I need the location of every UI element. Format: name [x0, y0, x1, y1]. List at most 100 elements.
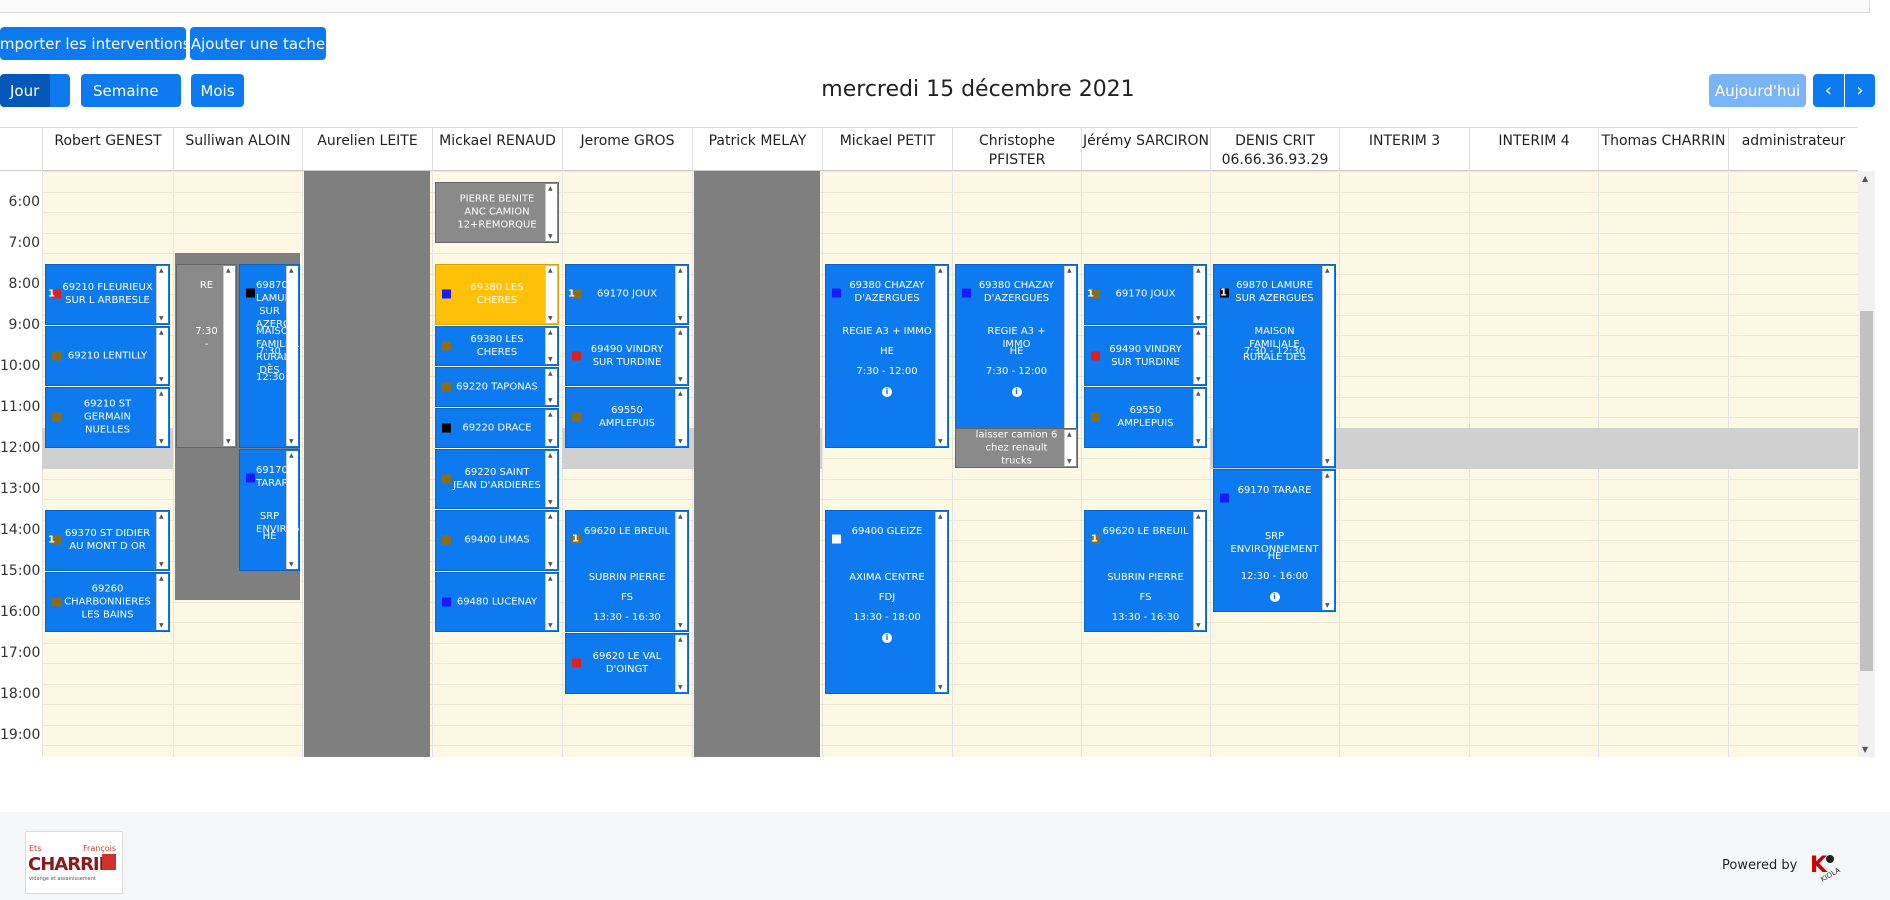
resource-column[interactable] — [1081, 171, 1210, 757]
event-scrollbar[interactable] — [675, 327, 687, 384]
event-card[interactable]: 69490 VINDRY SUR TURDINE — [565, 325, 689, 386]
unavailable-block — [304, 171, 430, 757]
resource-header: administrateur — [1728, 128, 1858, 172]
event-scrollbar[interactable] — [1193, 266, 1205, 323]
scroll-up-icon[interactable]: ▲ — [1862, 174, 1868, 183]
event-card[interactable]: 69620 LE BREUIL SUBRIN PIERRE FS 13:30 - 16… — [565, 510, 689, 632]
event-scrollbar[interactable] — [1322, 266, 1334, 466]
info-icon[interactable]: i — [1101, 631, 1190, 632]
event-scrollbar[interactable] — [286, 266, 298, 446]
info-icon[interactable]: i — [1230, 590, 1319, 603]
today-button[interactable]: Aujourd'hui — [1709, 74, 1806, 107]
event-scrollbar[interactable] — [1193, 389, 1205, 446]
info-icon[interactable]: i — [972, 385, 1061, 398]
event-scrollbar[interactable] — [935, 266, 947, 446]
event-code: FDJ — [878, 592, 896, 603]
prev-chevron-icon[interactable]: ‹ — [1813, 74, 1844, 107]
event-card[interactable]: 69490 VINDRY SUR TURDINE — [1084, 325, 1207, 386]
event-card[interactable]: 69260 CHARBONNIERES LES BAINS — [45, 571, 170, 632]
event-scrollbar[interactable] — [156, 327, 168, 384]
info-icon[interactable]: i — [842, 385, 932, 398]
event-scrollbar[interactable] — [156, 266, 168, 323]
event-scrollbar[interactable] — [1064, 430, 1076, 466]
event-scrollbar[interactable] — [675, 635, 687, 692]
resource-header: Mickael PETIT — [822, 128, 952, 172]
event-card[interactable]: 69380 CHAZAY D'AZERGUES REGIE A3 + IMMO HE… — [825, 264, 949, 448]
event-scrollbar[interactable] — [545, 573, 557, 630]
event-scrollbar[interactable] — [1322, 471, 1334, 610]
event-title: 69210 ST GERMAIN NUELLES — [83, 398, 132, 436]
next-chevron-icon[interactable]: › — [1845, 74, 1875, 107]
calendar-grid: 6:00 7:00 8:00 9:00 10:00 11:00 12:00 13:00 14:0… — [0, 171, 1858, 757]
event-card[interactable]: 69220 SAINT JEAN D'ARDIERES — [435, 448, 559, 509]
event-title: 69550 AMPLEPUIS — [1117, 405, 1174, 430]
import-interventions-button[interactable]: Importer les interventions — [0, 27, 191, 60]
event-card[interactable]: 69370 ST DIDIER AU MONT D OR 1 — [45, 510, 170, 571]
footer — [0, 812, 1890, 900]
event-card[interactable]: 69620 LE BREUIL SUBRIN PIERRE FS 13:30 - 16… — [1084, 510, 1207, 632]
status-square-icon — [442, 423, 451, 432]
event-scrollbar[interactable] — [545, 368, 557, 405]
event-scrollbar[interactable] — [1193, 327, 1205, 384]
event-card[interactable]: 69170 JOUX 1 — [565, 264, 689, 325]
event-scrollbar[interactable] — [223, 266, 235, 446]
top-strip — [0, 0, 1870, 13]
event-card[interactable]: 69210 LENTILLY — [45, 325, 170, 386]
event-card[interactable]: RE 7:30 - — [176, 264, 237, 448]
status-square-icon — [52, 597, 61, 607]
event-scrollbar[interactable] — [675, 266, 687, 323]
event-card[interactable]: 69400 GLEIZE AXIMA CENTRE FDJ 13:30 - 18:00… — [825, 510, 949, 694]
event-scrollbar[interactable] — [675, 512, 687, 630]
event-card[interactable]: 69400 LIMAS — [435, 510, 559, 571]
event-card[interactable]: PIERRE BENITE ANC CAMION 12+REMORQUE — [435, 182, 559, 243]
event-card[interactable]: 69380 LES CHERES — [435, 264, 559, 325]
event-scrollbar[interactable] — [156, 573, 168, 630]
event-title: 69210 LENTILLY — [67, 350, 148, 362]
event-card[interactable]: 69380 LES CHERES — [435, 325, 559, 366]
resource-header: Robert GENEST — [42, 128, 173, 172]
event-card[interactable]: 69550 AMPLEPUIS — [565, 387, 689, 448]
scroll-down-icon[interactable]: ▼ — [1862, 745, 1868, 754]
add-task-button[interactable]: Ajouter une tache — [190, 27, 326, 60]
event-scrollbar[interactable] — [545, 327, 557, 364]
event-scrollbar[interactable] — [156, 512, 168, 569]
info-icon[interactable]: i — [842, 631, 932, 644]
event-scrollbar[interactable] — [545, 409, 557, 446]
event-scrollbar[interactable] — [545, 450, 557, 507]
event-card[interactable]: 69220 TAPONAS — [435, 366, 559, 407]
event-card[interactable]: 69620 LE VAL D'OINGT — [565, 633, 689, 694]
status-square-icon — [572, 412, 581, 422]
event-scrollbar[interactable] — [1064, 266, 1076, 446]
event-scrollbar[interactable] — [545, 184, 557, 241]
resource-header: Jerome GROS — [562, 128, 692, 172]
status-square-icon — [442, 341, 451, 350]
status-square-icon — [442, 597, 451, 607]
scroll-thumb[interactable] — [1860, 311, 1873, 671]
event-scrollbar[interactable] — [935, 512, 947, 692]
event-card[interactable]: 69870 LAMURE SUR AZERGUESMAISON FAMILIAL… — [1213, 264, 1336, 468]
event-count: 1 — [1220, 287, 1227, 299]
event-card[interactable]: 69170 JOUX 1 — [1084, 264, 1207, 325]
event-card[interactable]: 69870 LAMURE SUR AZERGUESMAISON FAMILIAL… — [239, 264, 300, 448]
event-scrollbar[interactable] — [675, 389, 687, 446]
event-card[interactable]: laisser camion 6 chez renault trucks — [955, 428, 1078, 468]
event-scrollbar[interactable] — [545, 512, 557, 569]
event-card[interactable]: 69380 CHAZAY D'AZERGUES REGIE A3 + IMMO HE… — [955, 264, 1078, 448]
event-time: 12:30 - 16:00 — [1240, 571, 1309, 582]
event-card[interactable]: 69480 LUCENAY — [435, 571, 559, 632]
status-square-icon — [962, 288, 971, 298]
event-card[interactable]: 69170 TARARE SRP ENVIRONNEMENT HE 12:30 - 1… — [1213, 469, 1336, 612]
event-scrollbar[interactable] — [156, 389, 168, 446]
status-square-icon — [246, 473, 255, 482]
info-icon[interactable]: i — [582, 631, 672, 632]
event-card[interactable]: 69550 AMPLEPUIS — [1084, 387, 1207, 448]
event-card[interactable]: 69220 DRACE — [435, 407, 559, 448]
event-title: 69380 LES CHERES — [470, 282, 524, 307]
event-scrollbar[interactable] — [1193, 512, 1205, 630]
event-scrollbar[interactable] — [286, 450, 298, 569]
event-scrollbar[interactable] — [545, 266, 557, 323]
vertical-scrollbar[interactable]: ▲ ▼ — [1858, 171, 1875, 757]
event-card[interactable]: 69170 TARARE SRP ENVIRON HE — [239, 448, 300, 571]
event-card[interactable]: 69210 ST GERMAIN NUELLES — [45, 387, 170, 448]
event-card[interactable]: 69210 FLEURIEUX SUR L ARBRESLE 1 — [45, 264, 170, 325]
